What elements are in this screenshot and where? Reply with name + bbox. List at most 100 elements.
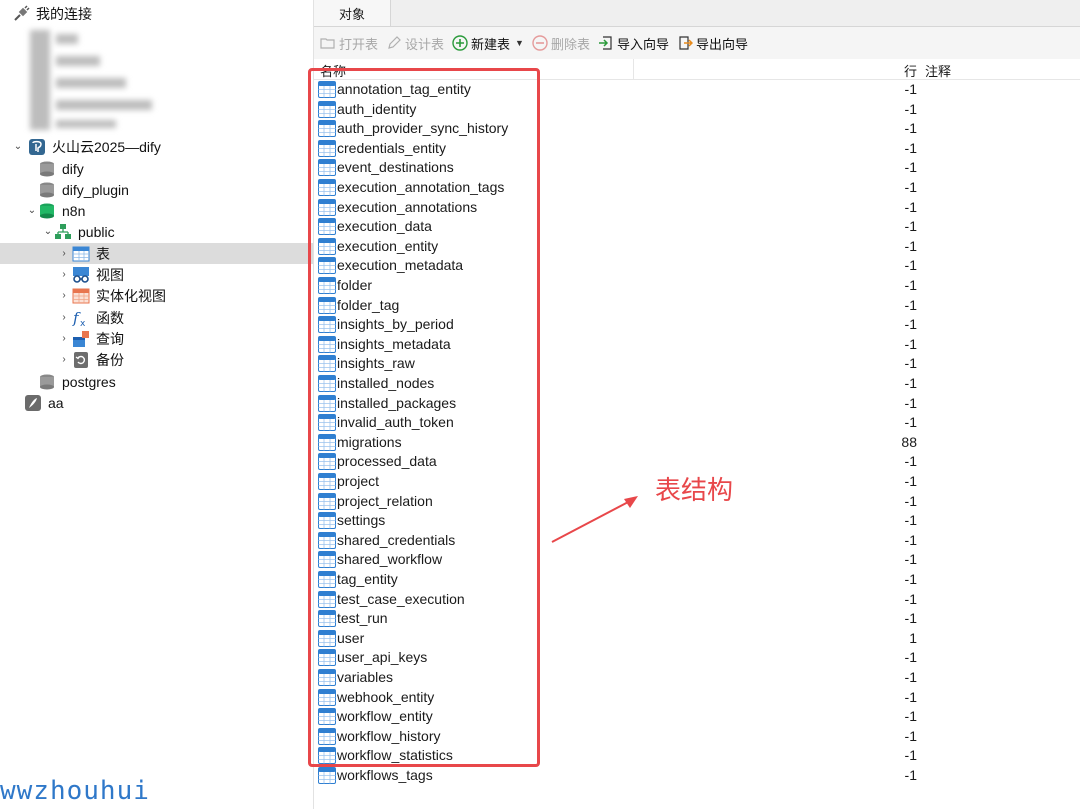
table-row[interactable]: workflow_statistics -1 [314,746,1080,766]
table-row[interactable]: folder_tag -1 [314,296,1080,316]
table-row[interactable]: user_api_keys -1 [314,648,1080,668]
chevron-right-icon[interactable]: › [58,269,70,280]
table-row-count: -1 [904,610,917,627]
delete-table-label: 删除表 [550,36,590,52]
table-icon [318,257,336,275]
tree-item-backups[interactable]: › 备份 [0,349,313,370]
table-row[interactable]: execution_data -1 [314,217,1080,237]
table-row[interactable]: user 1 [314,629,1080,649]
table-row-count: -1 [904,375,917,391]
tree-db-postgres[interactable]: postgres [0,371,313,392]
plus-circle-icon [452,35,468,51]
chevron-down-icon[interactable]: ⌄ [26,205,38,216]
tree-item-views[interactable]: › 视图 [0,264,313,285]
tree-root-my-connections[interactable]: 我的连接 [0,3,313,24]
table-row[interactable]: test_run -1 [314,609,1080,629]
chevron-right-icon[interactable]: › [58,354,70,365]
table-row[interactable]: execution_entity -1 [314,237,1080,257]
table-name: shared_workflow [337,551,443,568]
chevron-down-icon[interactable]: ⌄ [42,226,54,237]
table-row-count: -1 [904,355,917,372]
table-row[interactable]: migrations 88 [314,433,1080,453]
object-list-header: 名称 行 注释 [314,59,1080,80]
tree-db-n8n[interactable]: ⌄ n8n [0,200,313,221]
table-name: project_relation [337,492,433,509]
table-name: webhook_entity [337,688,435,705]
connection-label: aa [48,394,64,411]
tree-item-functions[interactable]: › fx 函数 [0,307,313,328]
table-row-count: -1 [904,257,917,274]
new-table-button[interactable]: 新建表 ▼ [452,34,524,53]
table-row[interactable]: workflow_history -1 [314,727,1080,747]
table-row[interactable]: settings -1 [314,511,1080,531]
redacted-connections [30,30,155,130]
chevron-right-icon[interactable]: › [58,290,70,301]
table-row[interactable]: invalid_auth_token -1 [314,413,1080,433]
table-name: auth_provider_sync_history [337,120,509,137]
table-row[interactable]: insights_by_period -1 [314,315,1080,335]
tree-item-tables[interactable]: › 表 [0,243,313,264]
column-header-rows[interactable]: 行 [904,61,917,80]
column-header-comment[interactable]: 注释 [925,61,951,80]
table-row[interactable]: shared_workflow -1 [314,550,1080,570]
tree-item-label: 函数 [96,309,124,326]
tree-db-dify-plugin[interactable]: dify_plugin [0,179,313,200]
table-name: settings [337,512,386,529]
table-row[interactable]: auth_identity -1 [314,100,1080,120]
folder-open-icon [320,35,336,51]
table-row[interactable]: installed_nodes -1 [314,374,1080,394]
table-row[interactable]: workflow_entity -1 [314,707,1080,727]
design-table-button[interactable]: 设计表 [386,34,444,53]
column-header-name[interactable]: 名称 [320,61,346,80]
chevron-down-icon[interactable]: ⌄ [12,141,24,152]
table-icon [318,767,336,784]
table-row[interactable]: shared_credentials -1 [314,531,1080,551]
table-row[interactable]: execution_annotation_tags -1 [314,178,1080,198]
delete-table-button[interactable]: 删除表 [532,34,590,53]
tab-objects[interactable]: 对象 [314,0,391,26]
table-row-count: -1 [904,531,917,548]
database-active-icon [38,202,56,220]
chevron-right-icon[interactable]: › [58,333,70,344]
table-row[interactable]: workflows_tags -1 [314,766,1080,786]
tree-item-queries[interactable]: › 查询 [0,328,313,349]
tree-root-label: 我的连接 [36,5,92,22]
table-row[interactable]: insights_raw -1 [314,354,1080,374]
tree-schema-public[interactable]: ⌄ public [0,221,313,242]
table-name: annotation_tag_entity [337,81,471,97]
import-wizard-label: 导入向导 [616,36,669,52]
table-row[interactable]: execution_metadata -1 [314,256,1080,276]
table-row[interactable]: webhook_entity -1 [314,688,1080,708]
table-row[interactable]: folder -1 [314,276,1080,296]
table-icon [318,531,336,549]
tree-item-materialized-views[interactable]: › 实体化视图 [0,285,313,306]
import-wizard-button[interactable]: 导入向导 [598,34,669,53]
table-row[interactable]: variables -1 [314,668,1080,688]
open-table-button[interactable]: 打开表 [320,34,378,53]
chevron-right-icon[interactable]: › [58,312,70,323]
tree-db-dify[interactable]: dify [0,158,313,179]
table-row[interactable]: annotation_tag_entity -1 [314,80,1080,100]
table-name: execution_metadata [337,257,464,274]
table-row-count: -1 [904,296,917,313]
table-row[interactable]: event_destinations -1 [314,158,1080,178]
table-row[interactable]: credentials_entity -1 [314,139,1080,159]
caret-down-icon[interactable]: ▼ [515,38,524,48]
table-name: migrations [337,433,402,450]
table-row[interactable]: auth_provider_sync_history -1 [314,119,1080,139]
table-row[interactable]: execution_annotations -1 [314,198,1080,218]
table-row[interactable]: test_case_execution -1 [314,590,1080,610]
tree-item-label: 表 [96,245,110,262]
table-row[interactable]: tag_entity -1 [314,570,1080,590]
table-name: installed_nodes [337,375,435,391]
tree-connection-huoshanyun[interactable]: ⌄ 火山云2025—dify [0,136,313,157]
column-divider[interactable] [633,59,634,79]
tree-connection-aa[interactable]: aa [0,392,313,413]
table-row-count: -1 [904,277,917,293]
chevron-right-icon[interactable]: › [58,248,70,259]
export-wizard-button[interactable]: 导出向导 [677,34,748,53]
table-row-count: -1 [904,492,917,509]
table-icon [318,473,336,490]
table-row[interactable]: insights_metadata -1 [314,335,1080,355]
table-row[interactable]: installed_packages -1 [314,394,1080,414]
